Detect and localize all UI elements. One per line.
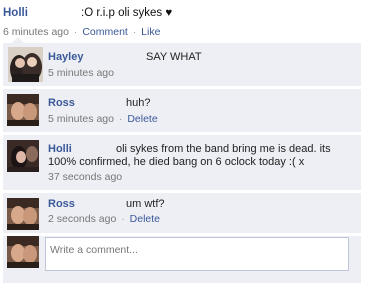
post-meta: 6 minutes ago · Comment · Like [3, 26, 160, 38]
comment-item: Hayley SAY WHAT 5 minutes ago [3, 43, 361, 86]
post-header: Holli :O r.i.p oli sykes ♥ [3, 7, 368, 19]
comment-author-link[interactable]: Ross [48, 198, 75, 210]
delete-comment-link[interactable]: Delete [127, 113, 157, 125]
meta-separator: · [73, 26, 78, 38]
delete-comment-link[interactable]: Delete [130, 213, 160, 225]
comment-author-link[interactable]: Ross [48, 97, 75, 109]
comment-text: SAY WHAT [146, 51, 202, 63]
comment-link[interactable]: Comment [82, 26, 128, 38]
post-author-link[interactable]: Holli [3, 7, 28, 19]
avatar [7, 236, 39, 268]
comment-item: Ross huh? 5 minutes ago · Delete [3, 89, 361, 132]
comment-text: oli sykes from the band bring me is dead… [48, 143, 331, 168]
comment-text: um wtf? [126, 198, 165, 210]
comment-item: Holli oli sykes from the band bring me i… [3, 135, 361, 190]
like-link[interactable]: Like [141, 26, 160, 38]
comment-timestamp: 5 minutes ago [48, 113, 114, 125]
comment-meta: 2 seconds ago · Delete [48, 213, 160, 225]
comment-author-link[interactable]: Hayley [48, 51, 83, 63]
comment-timestamp: 2 seconds ago [48, 213, 117, 225]
comment-timestamp: 5 minutes ago [48, 67, 114, 79]
avatar[interactable] [7, 94, 39, 126]
meta-separator: · [118, 113, 123, 125]
comment-meta: 37 seconds ago [48, 171, 122, 183]
meta-separator: · [132, 26, 137, 38]
avatar[interactable] [8, 47, 43, 82]
avatar[interactable] [7, 140, 39, 172]
comment-meta: 5 minutes ago · Delete [48, 113, 158, 125]
avatar[interactable] [7, 198, 39, 230]
comment-item: Ross um wtf? 2 seconds ago · Delete [3, 193, 361, 233]
meta-separator: · [121, 213, 125, 225]
post-text: :O r.i.p oli sykes ♥ [81, 7, 173, 19]
comment-meta: 5 minutes ago [48, 67, 114, 79]
comment-text: huh? [126, 97, 151, 109]
write-comment-input[interactable]: Write a comment... [45, 237, 349, 271]
comment-timestamp: 37 seconds ago [48, 171, 123, 183]
